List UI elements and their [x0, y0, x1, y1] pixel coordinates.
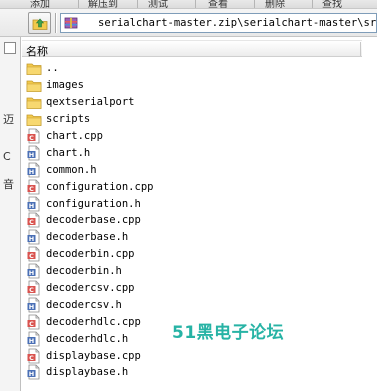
cpp-file-icon: C: [27, 128, 40, 144]
svg-text:C: C: [29, 286, 34, 294]
header-file-icon: H: [27, 196, 40, 211]
list-item[interactable]: Cdecodercsv.cpp: [22, 280, 362, 297]
list-item[interactable]: Hdecoderbase.h: [22, 229, 362, 246]
address-field[interactable]: serialchart-master.zip\serialchart-maste…: [60, 13, 377, 33]
list-item[interactable]: Hdecoderbin.h: [22, 263, 362, 280]
up-folder-icon: [32, 18, 48, 30]
list-item[interactable]: Cdecoderbase.cpp: [22, 212, 362, 229]
svg-text:C: C: [29, 134, 34, 142]
list-item[interactable]: qextserialport: [22, 94, 362, 111]
svg-text:H: H: [29, 235, 34, 243]
cpp-file-icon: C: [27, 280, 40, 296]
svg-text:H: H: [29, 202, 34, 210]
left-pane-text: 音: [3, 178, 14, 191]
header-file-icon: H: [27, 162, 40, 178]
folder-icon: [26, 80, 42, 93]
file-name: chart.h: [46, 146, 91, 159]
list-item[interactable]: images: [22, 77, 362, 94]
toolbar: 添加 解压到 测试 查看 删除 查找: [0, 0, 377, 9]
pane-toggle-button[interactable]: [4, 42, 16, 54]
file-name: decoderhdlc.h: [46, 332, 129, 345]
toolbar-find-button[interactable]: 查找: [322, 0, 342, 8]
svg-text:C: C: [29, 252, 34, 260]
svg-text:C: C: [29, 218, 34, 226]
list-item[interactable]: Cdisplaybase.cpp: [22, 347, 362, 364]
list-item[interactable]: Hcommon.h: [22, 161, 362, 178]
toolbar-extract-button[interactable]: 解压到: [88, 0, 118, 8]
file-name: displaybase.h: [46, 366, 129, 379]
left-pane-text: 迈: [3, 113, 14, 126]
file-name: decoderbase.cpp: [46, 214, 141, 227]
file-name: scripts: [46, 113, 91, 126]
file-name: decodercsv.h: [46, 298, 122, 311]
file-name: decoderbin.cpp: [46, 248, 135, 261]
folder-icon: [26, 64, 42, 76]
header-file-icon: H: [27, 145, 40, 161]
list-item[interactable]: Cdecoderbin.cpp: [22, 246, 362, 263]
header-file-icon: H: [27, 365, 40, 380]
svg-text:H: H: [29, 303, 34, 311]
toolbar-delete-button[interactable]: 删除: [265, 0, 285, 8]
list-item[interactable]: Cchart.cpp: [22, 128, 362, 145]
list-item[interactable]: scripts: [22, 111, 362, 128]
left-pane-text: C: [3, 150, 11, 163]
toolbar-view-button[interactable]: 查看: [208, 0, 228, 8]
svg-text:H: H: [29, 168, 34, 176]
watermark: 51黑电子论坛: [172, 323, 285, 343]
file-name: configuration.cpp: [46, 180, 154, 193]
header-file-icon: H: [27, 297, 40, 313]
header-file-icon: H: [27, 229, 40, 245]
file-name: decoderbin.h: [46, 265, 122, 278]
file-name: displaybase.cpp: [46, 349, 141, 362]
folder-icon: [26, 97, 42, 110]
list-item[interactable]: Hdecodercsv.h: [22, 296, 362, 313]
list-item[interactable]: Hdisplaybase.h: [22, 364, 362, 381]
svg-text:C: C: [29, 185, 34, 193]
svg-text:H: H: [29, 269, 34, 277]
toolbar-add-button[interactable]: 添加: [30, 0, 50, 8]
file-name: decodercsv.cpp: [46, 282, 135, 295]
list-item[interactable]: Cconfiguration.cpp: [22, 178, 362, 195]
cpp-file-icon: C: [27, 179, 40, 195]
list-item[interactable]: ..: [22, 60, 362, 77]
list-item[interactable]: Hchart.h: [22, 144, 362, 161]
file-name: chart.cpp: [46, 130, 103, 142]
column-header-label: 名称: [26, 45, 48, 58]
file-name: qextserialport: [46, 96, 135, 109]
address-row: serialchart-master.zip\serialchart-maste…: [0, 9, 377, 37]
header-file-icon: H: [27, 331, 40, 347]
file-name: decoderhdlc.cpp: [46, 315, 141, 328]
header-file-icon: H: [27, 263, 40, 279]
file-name: common.h: [46, 163, 97, 176]
cpp-file-icon: C: [27, 314, 40, 330]
folder-icon: [26, 114, 42, 127]
cpp-file-icon: C: [27, 348, 40, 363]
zip-archive-icon: [64, 17, 78, 29]
file-name: images: [46, 79, 84, 92]
file-name: ..: [46, 62, 59, 75]
file-name: decoderbase.h: [46, 231, 129, 244]
svg-text:C: C: [29, 320, 34, 328]
svg-text:H: H: [29, 370, 34, 378]
up-folder-button[interactable]: [28, 12, 51, 34]
toolbar-test-button[interactable]: 测试: [148, 0, 168, 8]
cpp-file-icon: C: [27, 213, 40, 228]
left-pane: 迈 C 音: [0, 37, 21, 391]
svg-text:H: H: [29, 151, 34, 159]
svg-text:C: C: [29, 354, 34, 362]
cpp-file-icon: C: [27, 246, 40, 262]
file-name: configuration.h: [46, 197, 141, 210]
column-header-name[interactable]: 名称: [22, 40, 362, 58]
svg-text:H: H: [29, 337, 34, 345]
list-item[interactable]: Hconfiguration.h: [22, 195, 362, 212]
address-path: serialchart-master.zip\serialchart-maste…: [98, 17, 377, 29]
